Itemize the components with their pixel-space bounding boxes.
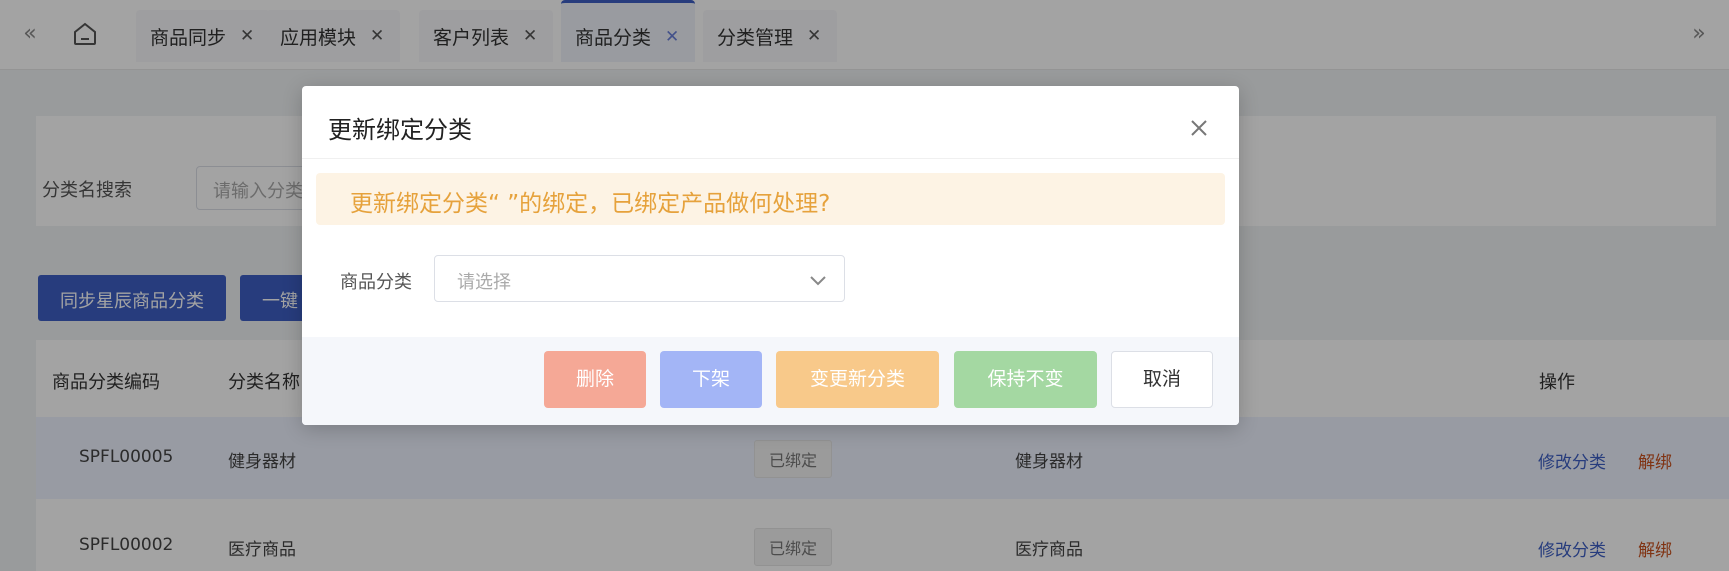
dialog-divider	[302, 158, 1239, 159]
select-placeholder: 请选择	[457, 272, 511, 293]
product-category-label: 商品分类	[340, 272, 412, 293]
cancel-button[interactable]: 取消	[1111, 351, 1213, 408]
dialog-title: 更新绑定分类	[328, 116, 472, 144]
close-icon[interactable]	[1189, 118, 1209, 138]
warning-alert: 更新绑定分类“ ”的绑定，已绑定产品做何处理?	[316, 173, 1225, 225]
product-category-select[interactable]: 请选择	[434, 255, 845, 302]
change-category-button[interactable]: 变更新分类	[776, 351, 939, 408]
offline-button[interactable]: 下架	[660, 351, 762, 408]
delete-button[interactable]: 删除	[544, 351, 646, 408]
update-binding-dialog: 更新绑定分类 更新绑定分类“ ”的绑定，已绑定产品做何处理? 商品分类 请选择 …	[302, 86, 1239, 425]
dialog-footer: 删除 下架 变更新分类 保持不变 取消	[302, 337, 1239, 425]
chevron-down-icon	[810, 272, 826, 286]
keep-unchanged-button[interactable]: 保持不变	[954, 351, 1097, 408]
